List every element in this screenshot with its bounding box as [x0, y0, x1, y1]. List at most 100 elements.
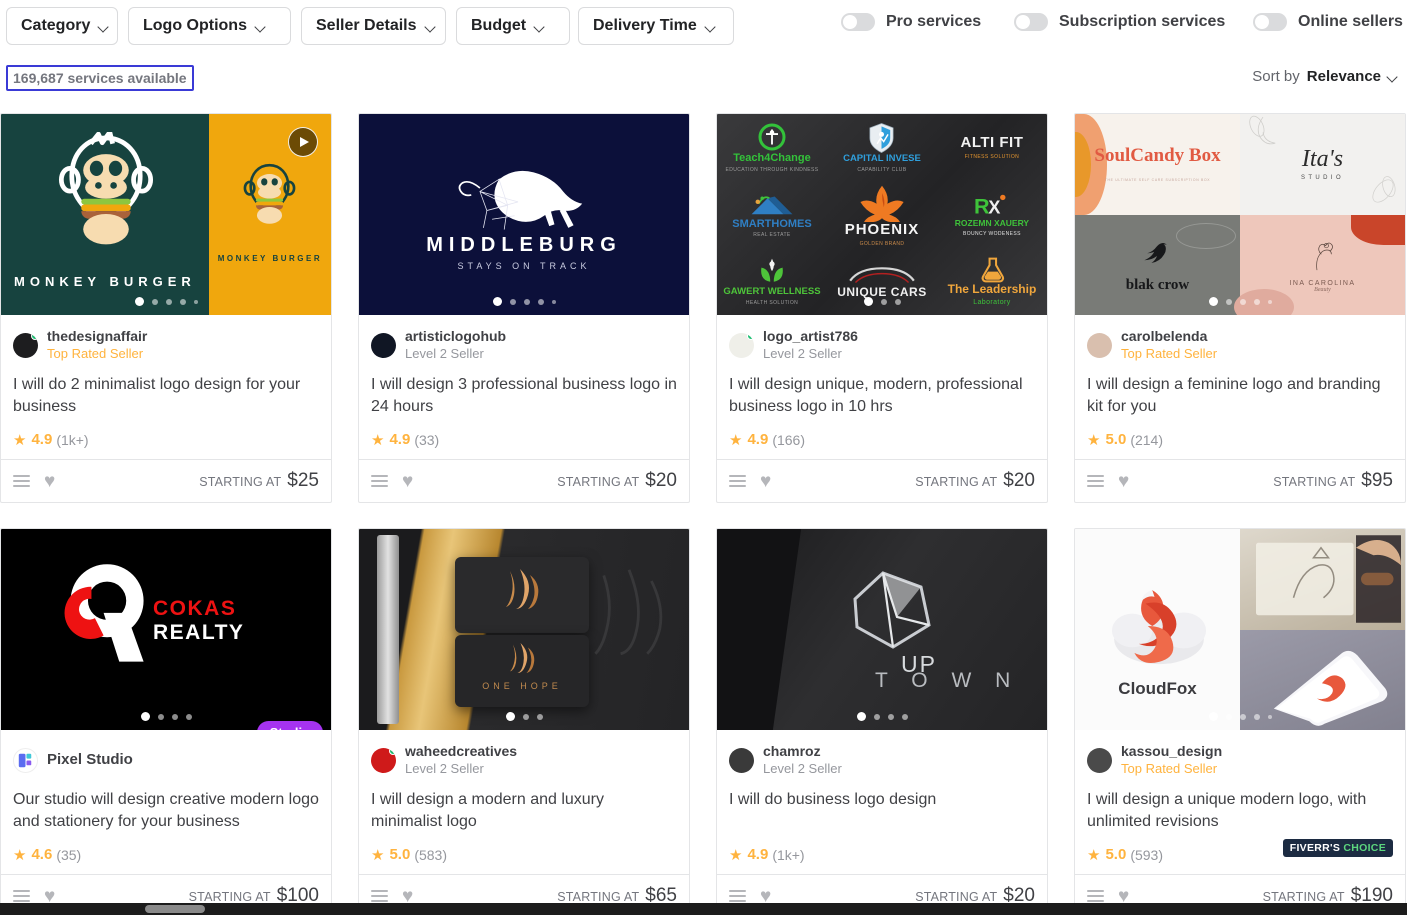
seller-info[interactable]: thedesignaffair Top Rated Seller: [1, 315, 331, 362]
gig-title[interactable]: Our studio will design creative modern l…: [1, 777, 331, 833]
gig-thumbnail[interactable]: SoulCandy Box THE ULTIMATE SELF CARE SUB…: [1075, 114, 1405, 315]
toggle-switch[interactable]: [1014, 13, 1048, 31]
filter-delivery-time[interactable]: Delivery Time: [578, 7, 734, 45]
toggle-subscription-services[interactable]: Subscription services: [1014, 13, 1225, 31]
toggle-pro-services[interactable]: Pro services: [841, 13, 981, 31]
logo-name: SMARTHOMES: [732, 217, 812, 230]
heart-icon[interactable]: ♥: [1118, 472, 1129, 491]
star-icon: ★: [729, 431, 743, 449]
gig-title[interactable]: I will design unique, modern, profession…: [717, 362, 1047, 418]
carousel-dots[interactable]: [1, 712, 331, 721]
seller-info[interactable]: carolbelenda Top Rated Seller: [1075, 315, 1405, 362]
gig-card[interactable]: COKAS REALTY Studio Pixel Studio: [0, 528, 332, 915]
rating-count: (35): [56, 846, 82, 863]
rating-row: ★ 4.9 (166): [717, 418, 1047, 452]
carousel-dots[interactable]: [359, 712, 689, 721]
price-amount: $20: [1003, 470, 1035, 491]
gig-thumbnail[interactable]: ONE HOPE: [359, 529, 689, 730]
seller-info[interactable]: chamroz Level 2 Seller: [717, 730, 1047, 777]
filter-logo-options[interactable]: Logo Options: [128, 7, 291, 45]
horizontal-scrollbar[interactable]: [0, 903, 1407, 915]
artwork-feminine-grid: SoulCandy Box THE ULTIMATE SELF CARE SUB…: [1075, 114, 1405, 315]
gig-row: MONKEY BURGER MONKEY BURGER thedesignaff…: [0, 113, 1407, 528]
gig-title[interactable]: I will design a modern and luxury minima…: [359, 777, 689, 833]
filter-category[interactable]: Category: [6, 7, 118, 45]
carousel-dots[interactable]: [1075, 297, 1405, 306]
list-icon[interactable]: [371, 889, 388, 903]
filter-seller-details[interactable]: Seller Details: [301, 7, 446, 45]
gig-row: COKAS REALTY Studio Pixel Studio: [0, 528, 1407, 915]
carousel-dots[interactable]: [359, 297, 689, 306]
gig-card[interactable]: MONKEY BURGER MONKEY BURGER thedesignaff…: [0, 113, 332, 503]
sort-by-value: Relevance: [1306, 68, 1381, 85]
gig-thumbnail[interactable]: MONKEY BURGER MONKEY BURGER: [1, 114, 331, 315]
gig-thumbnail[interactable]: COKAS REALTY Studio: [1, 529, 331, 730]
star-icon: ★: [13, 846, 27, 864]
gig-card[interactable]: CloudFox kassou_design Top Rated Seller …: [1074, 528, 1406, 915]
gig-title[interactable]: I will design 3 professional business lo…: [359, 362, 689, 418]
rating-row: ★ 5.0 (214): [1075, 418, 1405, 452]
list-icon[interactable]: [729, 474, 746, 488]
heart-icon[interactable]: ♥: [402, 472, 413, 491]
rating-score: 4.9: [31, 431, 53, 448]
gig-title[interactable]: I will do business logo design: [717, 777, 1047, 833]
gig-title[interactable]: I will design a feminine logo and brandi…: [1075, 362, 1405, 418]
toggle-switch[interactable]: [841, 13, 875, 31]
gig-thumbnail[interactable]: UP T O W N: [717, 529, 1047, 730]
logo-sub: REAL ESTATE: [753, 232, 791, 239]
gig-thumbnail[interactable]: CloudFox: [1075, 529, 1405, 730]
artwork-title: blak crow: [1125, 276, 1190, 293]
heart-icon[interactable]: ♥: [44, 472, 55, 491]
star-icon: ★: [1087, 431, 1101, 449]
carousel-dots[interactable]: [1075, 712, 1405, 721]
toggle-online-sellers[interactable]: Online sellers: [1253, 13, 1403, 31]
artwork-subtitle: REALTY: [153, 621, 245, 644]
seller-info[interactable]: logo_artist786 Level 2 Seller: [717, 315, 1047, 362]
list-icon[interactable]: [13, 889, 30, 903]
price-amount: $20: [645, 470, 677, 491]
gig-card[interactable]: SoulCandy Box THE ULTIMATE SELF CARE SUB…: [1074, 113, 1406, 503]
card-footer: ♥ STARTING AT $20: [717, 459, 1047, 502]
seller-level: Level 2 Seller: [405, 760, 484, 776]
rating-score: 4.6: [31, 846, 53, 863]
gig-thumbnail[interactable]: Teach4Change EDUCATION THROUGH KINDNESS …: [717, 114, 1047, 315]
artwork-logo-grid: Teach4Change EDUCATION THROUGH KINDNESS …: [717, 114, 1047, 315]
carousel-dots[interactable]: [1, 297, 331, 306]
gig-title[interactable]: I will do 2 minimalist logo design for y…: [1, 362, 331, 418]
rating-count: (593): [1130, 846, 1163, 863]
list-icon[interactable]: [1087, 474, 1104, 488]
list-icon[interactable]: [1087, 889, 1104, 903]
carousel-dots[interactable]: [717, 297, 1047, 306]
toggle-switch[interactable]: [1253, 13, 1287, 31]
seller-info[interactable]: Pixel Studio: [1, 730, 331, 777]
seller-level: Level 2 Seller: [763, 760, 842, 776]
list-icon[interactable]: [13, 474, 30, 488]
rating-row: ★ 4.6 (35): [1, 833, 331, 867]
rating-row: ★ 5.0 (593) FIVERR'S CHOICE: [1075, 833, 1405, 867]
heart-icon[interactable]: ♥: [760, 472, 771, 491]
gig-title[interactable]: I will design a unique modern logo, with…: [1075, 777, 1405, 833]
list-icon[interactable]: [371, 474, 388, 488]
price-block: STARTING AT $95: [1273, 470, 1393, 492]
seller-info[interactable]: artisticlogohub Level 2 Seller: [359, 315, 689, 362]
play-icon[interactable]: [288, 127, 318, 157]
gig-card[interactable]: UP T O W N chamroz Level 2 Seller I will…: [716, 528, 1048, 915]
gig-card[interactable]: Teach4Change EDUCATION THROUGH KINDNESS …: [716, 113, 1048, 503]
price-amount: $25: [287, 470, 319, 491]
seller-info[interactable]: waheedcreatives Level 2 Seller: [359, 730, 689, 777]
seller-info[interactable]: kassou_design Top Rated Seller: [1075, 730, 1405, 777]
filter-budget[interactable]: Budget: [456, 7, 570, 45]
star-icon: ★: [371, 846, 385, 864]
results-count: 169,687 services available: [6, 65, 194, 91]
fiverrs-choice-badge: FIVERR'S CHOICE: [1282, 839, 1393, 857]
studio-badge[interactable]: Studio: [256, 721, 323, 730]
gig-card[interactable]: ONE HOPE waheedcreatives Level 2 Seller: [358, 528, 690, 915]
scrollbar-thumb[interactable]: [145, 905, 205, 913]
carousel-dots[interactable]: [717, 712, 1047, 721]
gig-card[interactable]: MIDDLEBURG STAYS ON TRACK artisticlogohu…: [358, 113, 690, 503]
sort-by-control[interactable]: Sort by Relevance: [1252, 68, 1397, 85]
chevron-down-icon: [535, 22, 544, 31]
gig-thumbnail[interactable]: MIDDLEBURG STAYS ON TRACK: [359, 114, 689, 315]
list-icon[interactable]: [729, 889, 746, 903]
artwork-middleburg: MIDDLEBURG STAYS ON TRACK: [359, 114, 689, 315]
